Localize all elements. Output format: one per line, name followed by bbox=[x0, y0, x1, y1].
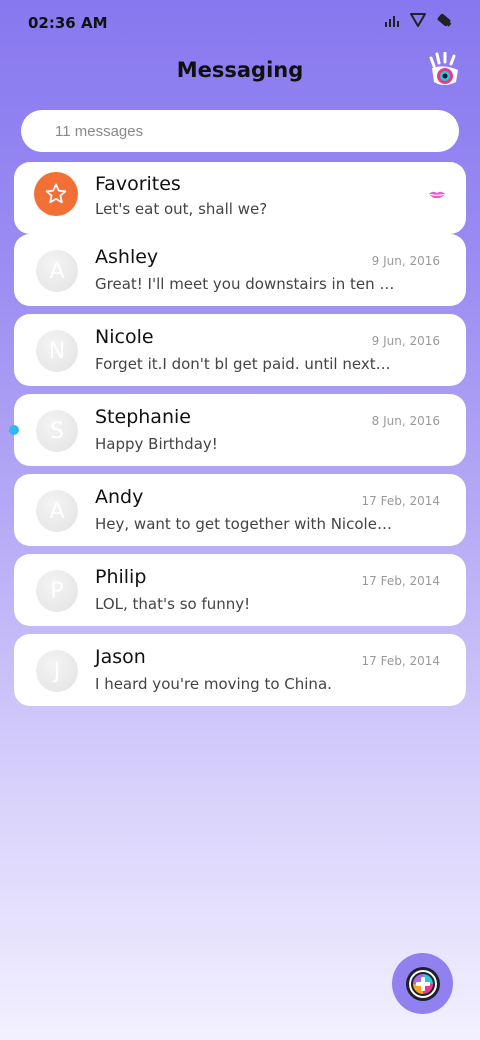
favorites-title: Favorites bbox=[95, 173, 181, 195]
contact-name: Ashley bbox=[95, 246, 159, 268]
conversation-card[interactable]: A Ashley 9 Jun, 2016 Great! I'll meet yo… bbox=[14, 234, 466, 306]
favorites-preview: Let's eat out, shall we? bbox=[95, 200, 268, 218]
contact-name: Stephanie bbox=[95, 406, 191, 428]
unread-indicator bbox=[9, 425, 19, 435]
message-preview: Forget it.I don't bl get paid. until nex… bbox=[95, 355, 395, 373]
status-time: 02:36 AM bbox=[28, 14, 108, 32]
message-date: 17 Feb, 2014 bbox=[361, 654, 441, 668]
wifi-icon bbox=[410, 13, 426, 27]
battery-icon bbox=[437, 13, 452, 27]
avatar: J bbox=[36, 650, 78, 692]
avatar: P bbox=[36, 570, 78, 612]
message-date: 8 Jun, 2016 bbox=[371, 414, 440, 428]
avatar: N bbox=[36, 330, 78, 372]
conversation-card[interactable]: S Stephanie 8 Jun, 2016 Happy Birthday! bbox=[9, 394, 466, 466]
message-preview: Happy Birthday! bbox=[95, 435, 218, 453]
message-date: 17 Feb, 2014 bbox=[361, 574, 441, 588]
conversation-card[interactable]: J Jason 17 Feb, 2014 I heard you're movi… bbox=[14, 634, 466, 706]
avatar: A bbox=[36, 250, 78, 292]
star-icon bbox=[45, 183, 67, 204]
status-bar: 02:36 AM bbox=[0, 0, 480, 44]
lips-icon bbox=[429, 191, 445, 199]
message-preview: I heard you're moving to China. bbox=[95, 675, 332, 693]
status-icons bbox=[384, 12, 452, 28]
message-preview: LOL, that's so funny! bbox=[95, 595, 251, 613]
compose-plus-icon bbox=[405, 966, 440, 1001]
signal-icon bbox=[385, 16, 399, 27]
message-preview: Hey, want to get together with Nicole on… bbox=[95, 515, 395, 533]
avatar: A bbox=[36, 490, 78, 532]
message-date: 17 Feb, 2014 bbox=[361, 494, 441, 508]
message-date: 9 Jun, 2016 bbox=[371, 334, 440, 348]
search-placeholder: 11 messages bbox=[55, 122, 144, 140]
contact-name: Andy bbox=[95, 486, 144, 508]
contact-name: Philip bbox=[95, 566, 147, 588]
page-title: Messaging bbox=[176, 58, 304, 82]
message-date: 9 Jun, 2016 bbox=[371, 254, 440, 268]
avatar: S bbox=[36, 410, 78, 452]
contact-name: Jason bbox=[95, 646, 146, 668]
conversation-card[interactable]: A Andy 17 Feb, 2014 Hey, want to get tog… bbox=[14, 474, 466, 546]
favorites-card[interactable]: Favorites Let's eat out, shall we? bbox=[14, 162, 466, 234]
compose-button[interactable] bbox=[392, 953, 453, 1014]
conversation-card[interactable]: P Philip 17 Feb, 2014 LOL, that's so fun… bbox=[14, 554, 466, 626]
hand-eye-logo-icon[interactable] bbox=[428, 52, 462, 88]
favorites-avatar bbox=[34, 172, 78, 216]
search-input[interactable]: 11 messages bbox=[21, 110, 459, 152]
message-preview: Great! I'll meet you downstairs in ten m… bbox=[95, 275, 395, 293]
contact-name: Nicole bbox=[95, 326, 154, 348]
conversation-card[interactable]: N Nicole 9 Jun, 2016 Forget it.I don't b… bbox=[14, 314, 466, 386]
